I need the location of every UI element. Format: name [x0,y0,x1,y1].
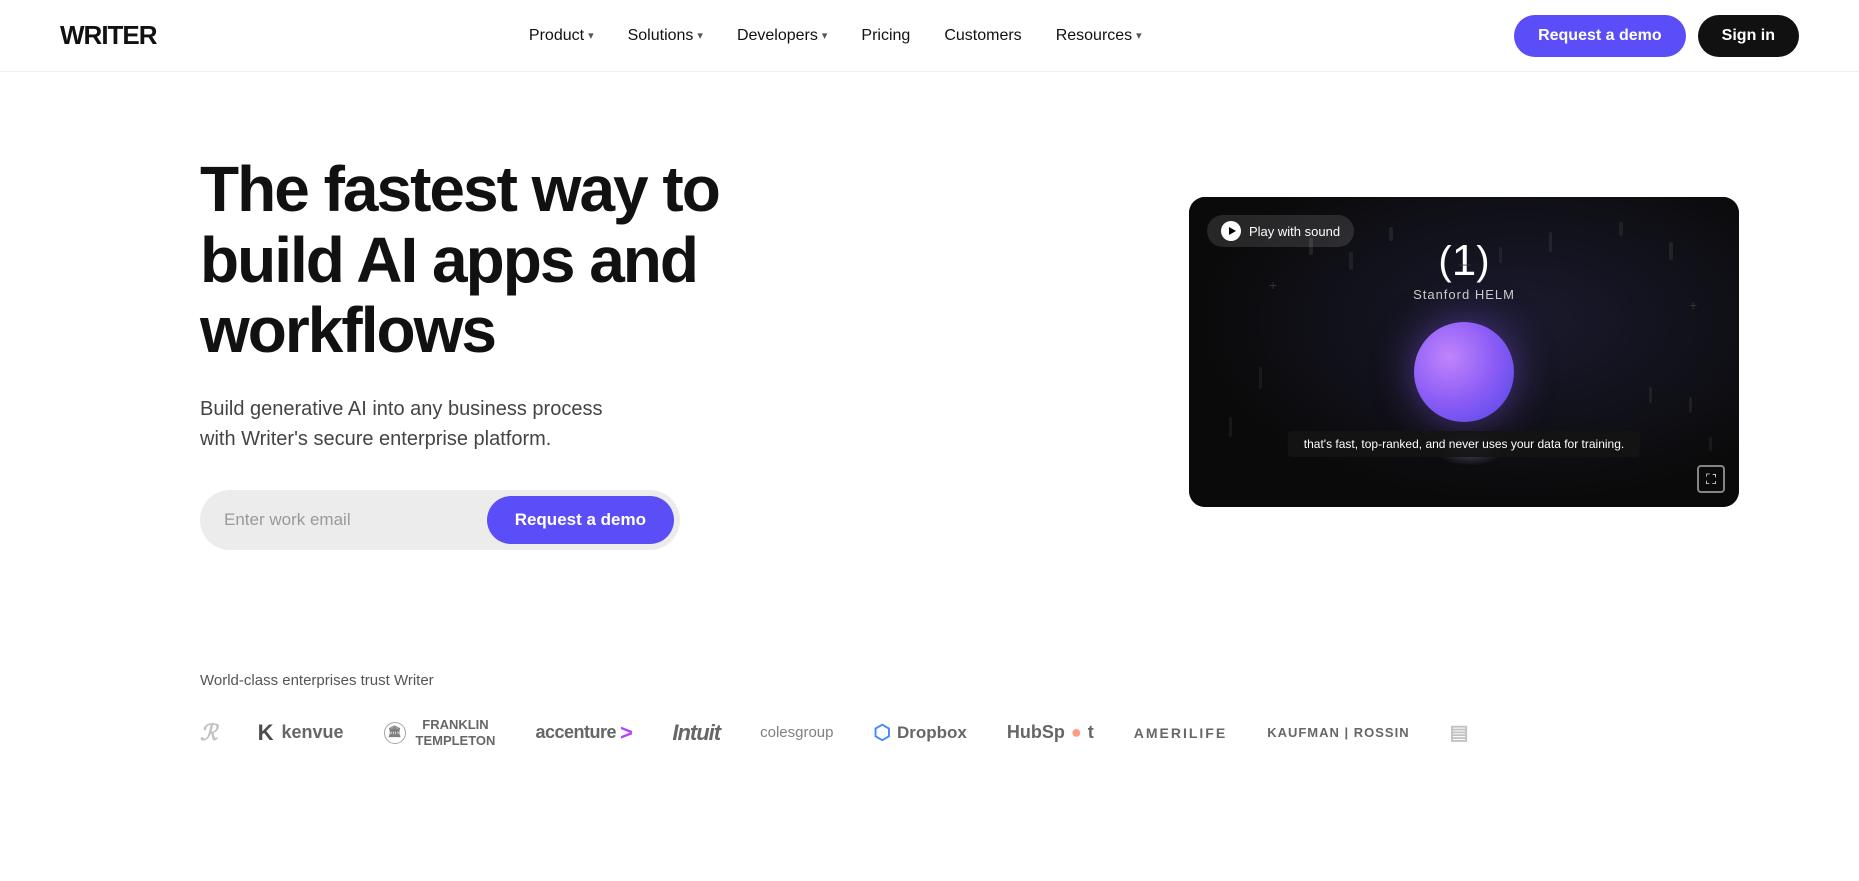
helm-subtitle: Stanford HELM [1413,287,1515,302]
deco-dot [1499,247,1502,263]
chevron-down-icon: ▾ [697,29,703,42]
logos-row: ℛ K kenvue 🏛 FRANKLINTEMPLETON accenture… [200,717,1739,748]
video-subtitle: that's fast, top-ranked, and never uses … [1288,431,1640,457]
deco-dot [1689,397,1692,413]
deco-plus: + [1689,297,1697,313]
play-button[interactable]: Play with sound [1207,215,1354,247]
logo-accenture: accenture > [535,720,632,746]
nav-pricing[interactable]: Pricing [847,19,924,53]
nav-resources[interactable]: Resources ▾ [1042,19,1156,53]
play-icon [1221,221,1241,241]
navbar: WRITER Product ▾ Solutions ▾ Developers … [0,0,1859,72]
logo-misc: ▤ [1450,720,1469,745]
logo-franklin: 🏛 FRANKLINTEMPLETON [384,717,496,748]
logos-section: World-class enterprises trust Writer ℛ K… [0,632,1859,808]
deco-dot [1619,222,1623,236]
play-label: Play with sound [1249,224,1340,239]
nav-solutions[interactable]: Solutions ▾ [614,19,717,53]
logo-intuit: Intuit [672,720,720,746]
deco-plus: + [1269,277,1277,293]
deco-dash: — [1459,257,1471,271]
deco-dot [1709,437,1712,451]
deco-dot [1549,232,1552,252]
deco-dot [1649,387,1652,403]
logo-kenvue: K kenvue [258,720,344,746]
hero-content: The fastest way to build AI apps and wor… [200,154,720,549]
logo-dropbox: ⬡ Dropbox [874,720,967,745]
hero-subtitle: Build generative AI into any business pr… [200,394,620,454]
sign-in-button[interactable]: Sign in [1698,15,1799,57]
brand-logo[interactable]: WRITER [60,20,157,51]
fullscreen-button[interactable] [1697,465,1725,493]
chevron-down-icon: ▾ [588,29,594,42]
dropbox-icon: ⬡ [874,720,891,745]
nav-actions: Request a demo Sign in [1514,15,1799,57]
request-demo-button[interactable]: Request a demo [1514,15,1686,57]
hero-section: The fastest way to build AI apps and wor… [0,72,1859,632]
hero-video-panel: + + — ( 1 ) Stanford HELM Play with soun… [1189,197,1739,507]
chevron-down-icon: ▾ [822,29,828,42]
email-form: Request a demo [200,490,680,550]
deco-dot [1349,252,1353,270]
nav-menu: Product ▾ Solutions ▾ Developers ▾ Prici… [515,19,1156,53]
deco-dot [1669,242,1673,260]
deco-dot [1389,227,1393,241]
email-input[interactable] [224,510,487,530]
nav-customers[interactable]: Customers [930,19,1035,53]
nav-product[interactable]: Product ▾ [515,19,608,53]
chevron-down-icon: ▾ [1136,29,1142,42]
logos-title: World-class enterprises trust Writer [200,672,1739,689]
hero-demo-button[interactable]: Request a demo [487,496,674,544]
planet-graphic [1414,322,1514,422]
logo-colesgroup: colesgroup [760,724,833,741]
nav-developers[interactable]: Developers ▾ [723,19,841,53]
deco-dot [1229,417,1232,437]
logo-amerilife: AMERILIFE [1134,725,1227,741]
deco-dot [1259,367,1262,389]
hero-title: The fastest way to build AI apps and wor… [200,154,720,365]
logo-hubspot: HubSp●t [1007,722,1094,743]
logo-kaufman: KAUFMAN | ROSSIN [1267,725,1409,740]
logo-r: ℛ [200,720,218,746]
